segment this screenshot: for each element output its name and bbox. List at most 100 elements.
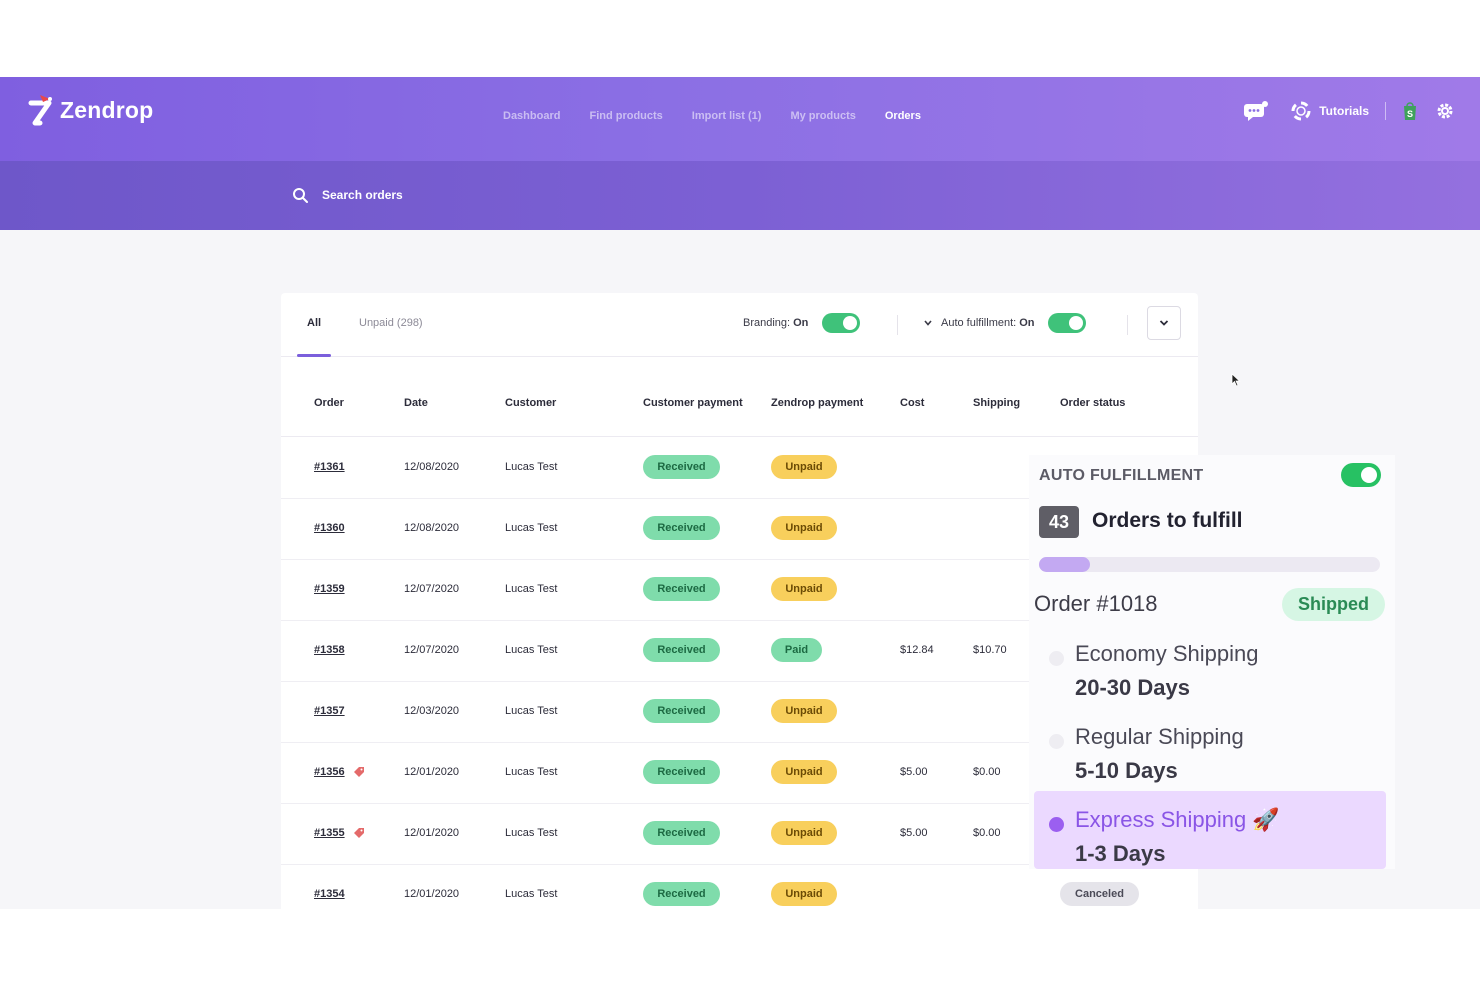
column-header[interactable]: Order <box>314 397 344 409</box>
customer-payment-badge: Received <box>643 699 720 723</box>
zendrop-payment-badge: Unpaid <box>771 577 837 601</box>
search-orders-input[interactable]: Search orders <box>292 187 403 203</box>
nav-dashboard[interactable]: Dashboard <box>503 110 560 122</box>
search-bar: Search orders <box>0 161 1480 230</box>
shipping-option-days: 1-3 Days <box>1075 841 1166 866</box>
shipping-option-name: Regular Shipping <box>1075 724 1244 749</box>
auto-fulfillment-control: Auto fulfillment: On <box>923 313 1087 333</box>
customer-cell: Lucas Test <box>505 888 558 900</box>
tag-icon <box>353 828 364 839</box>
chat-icon[interactable] <box>1243 101 1269 121</box>
brand-name: Zendrop <box>60 96 154 123</box>
order-link[interactable]: #1356 <box>314 766 345 778</box>
header-divider <box>1385 102 1386 120</box>
auto-fulfillment-label: Auto fulfillment: <box>941 317 1017 329</box>
tab-unpaid[interactable]: Unpaid (298) <box>359 317 423 329</box>
radio-selected-icon <box>1049 817 1064 832</box>
radio-icon <box>1049 734 1064 749</box>
column-header[interactable]: Zendrop payment <box>771 397 863 409</box>
app-frame: Zendrop Dashboard Find products Import l… <box>0 77 1480 909</box>
shipping-option-regular[interactable]: Regular Shipping 5-10 Days <box>1034 708 1386 786</box>
nav-orders[interactable]: Orders <box>885 110 921 122</box>
header-actions: Tutorials S <box>1243 101 1454 121</box>
lifebuoy-icon[interactable] <box>1291 101 1311 121</box>
branding-toggle[interactable] <box>822 313 861 333</box>
zendrop-payment-badge: Unpaid <box>771 455 837 479</box>
brand-logo[interactable]: Zendrop <box>28 93 153 127</box>
order-title: Order #1018 <box>1034 591 1158 616</box>
table-row[interactable]: #1354 12/01/2020 Lucas Test Received Unpaid C… <box>281 865 1198 909</box>
customer-payment-badge: Received <box>643 577 720 601</box>
chevron-down-icon <box>1159 320 1169 326</box>
zendrop-payment-badge: Unpaid <box>771 699 837 723</box>
tutorials-link[interactable]: Tutorials <box>1319 104 1369 118</box>
order-cell: #1354 <box>314 888 345 900</box>
search-icon <box>293 188 308 203</box>
column-header[interactable]: Date <box>404 397 428 409</box>
order-link[interactable]: #1354 <box>314 888 345 900</box>
status-badge: Shipped <box>1282 588 1385 621</box>
panel-auto-fulfillment-toggle[interactable] <box>1341 463 1381 487</box>
more-options-button[interactable] <box>1147 306 1181 340</box>
customer-cell: Lucas Test <box>505 827 558 839</box>
order-link[interactable]: #1359 <box>314 583 345 595</box>
shipping-option-days: 5-10 Days <box>1075 758 1178 783</box>
table-header: Order Date Customer Customer payment Zen… <box>281 357 1198 437</box>
date-cell: 12/08/2020 <box>404 461 460 473</box>
cost-cell: $12.84 <box>900 644 934 656</box>
order-link[interactable]: #1355 <box>314 827 345 839</box>
customer-cell: Lucas Test <box>505 583 558 595</box>
order-cell: #1361 <box>314 461 345 473</box>
column-header[interactable]: Shipping <box>973 397 1020 409</box>
order-link[interactable]: #1358 <box>314 644 345 656</box>
customer-payment-badge: Received <box>643 882 720 906</box>
branding-control: Branding: On <box>743 313 861 333</box>
control-divider <box>1127 315 1128 335</box>
shipping-cell: $0.00 <box>973 827 1001 839</box>
gear-icon[interactable] <box>1436 102 1454 120</box>
zendrop-payment-badge: Unpaid <box>771 760 837 784</box>
nav-my-products[interactable]: My products <box>790 110 855 122</box>
shipping-option-economy[interactable]: Economy Shipping 20-30 Days <box>1034 625 1386 703</box>
order-cell: #1360 <box>314 522 345 534</box>
branding-value: On <box>793 317 809 329</box>
zendrop-payment-badge: Unpaid <box>771 516 837 540</box>
order-link[interactable]: #1361 <box>314 461 345 473</box>
customer-payment-badge: Received <box>643 455 720 479</box>
radio-icon <box>1049 651 1064 666</box>
nav-find-products[interactable]: Find products <box>589 110 662 122</box>
shipping-option-express[interactable]: Express Shipping 🚀 1-3 Days <box>1034 791 1386 869</box>
shipping-option-name: Economy Shipping <box>1075 641 1259 666</box>
column-header[interactable]: Cost <box>900 397 924 409</box>
order-cell: #1355 <box>314 827 365 839</box>
search-placeholder: Search orders <box>322 188 403 202</box>
shopify-icon[interactable]: S <box>1402 101 1418 121</box>
zendrop-payment-badge: Paid <box>771 638 822 662</box>
customer-cell: Lucas Test <box>505 766 558 778</box>
column-header[interactable]: Customer <box>505 397 556 409</box>
orders-tabs: All Unpaid (298) Branding: On Auto fulfi… <box>281 293 1198 357</box>
zendrop-payment-badge: Unpaid <box>771 882 837 906</box>
nav-import-list[interactable]: Import list (1) <box>692 110 762 122</box>
customer-payment-badge: Received <box>643 821 720 845</box>
customer-cell: Lucas Test <box>505 705 558 717</box>
column-header[interactable]: Order status <box>1060 397 1125 409</box>
date-cell: 12/01/2020 <box>404 766 460 778</box>
shipping-cell: $0.00 <box>973 766 1001 778</box>
order-cell: #1358 <box>314 644 345 656</box>
auto-fulfillment-toggle[interactable] <box>1048 313 1087 333</box>
customer-payment-badge: Received <box>643 638 720 662</box>
date-cell: 12/01/2020 <box>404 888 460 900</box>
column-header[interactable]: Customer payment <box>643 397 743 409</box>
chevron-down-icon[interactable] <box>923 318 933 328</box>
date-cell: 12/01/2020 <box>404 827 460 839</box>
order-cell: #1357 <box>314 705 345 717</box>
control-divider <box>897 315 898 335</box>
tab-all[interactable]: All <box>307 317 321 329</box>
date-cell: 12/03/2020 <box>404 705 460 717</box>
order-link[interactable]: #1360 <box>314 522 345 534</box>
zendrop-payment-badge: Unpaid <box>771 821 837 845</box>
order-link[interactable]: #1357 <box>314 705 345 717</box>
customer-cell: Lucas Test <box>505 461 558 473</box>
cost-cell: $5.00 <box>900 827 928 839</box>
